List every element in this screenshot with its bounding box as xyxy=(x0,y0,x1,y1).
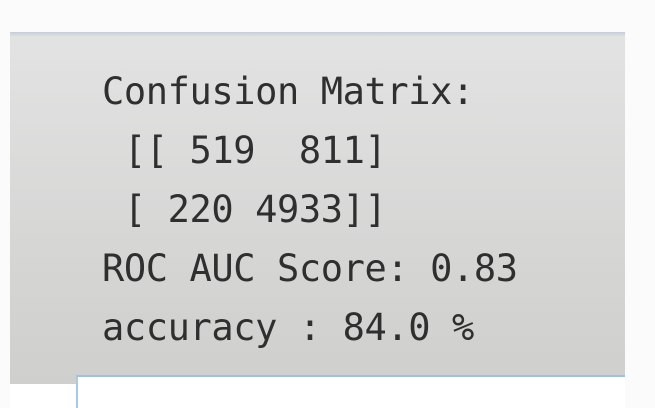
next-cell-input-box[interactable] xyxy=(76,375,625,408)
confusion-matrix-heading: Confusion Matrix: xyxy=(102,70,474,113)
roc-auc-score-line: ROC AUC Score: 0.83 xyxy=(102,247,518,290)
panel-top-edge xyxy=(10,32,625,37)
output-panel: Confusion Matrix: [[ 519 811] [ 220 4933… xyxy=(10,32,625,384)
notebook-cell-output: Confusion Matrix: [[ 519 811] [ 220 4933… xyxy=(102,62,518,357)
matrix-row-1: [[ 519 811] xyxy=(102,129,387,172)
matrix-row-2: [ 220 4933]] xyxy=(102,188,387,231)
accuracy-line: accuracy : 84.0 % xyxy=(102,306,474,349)
